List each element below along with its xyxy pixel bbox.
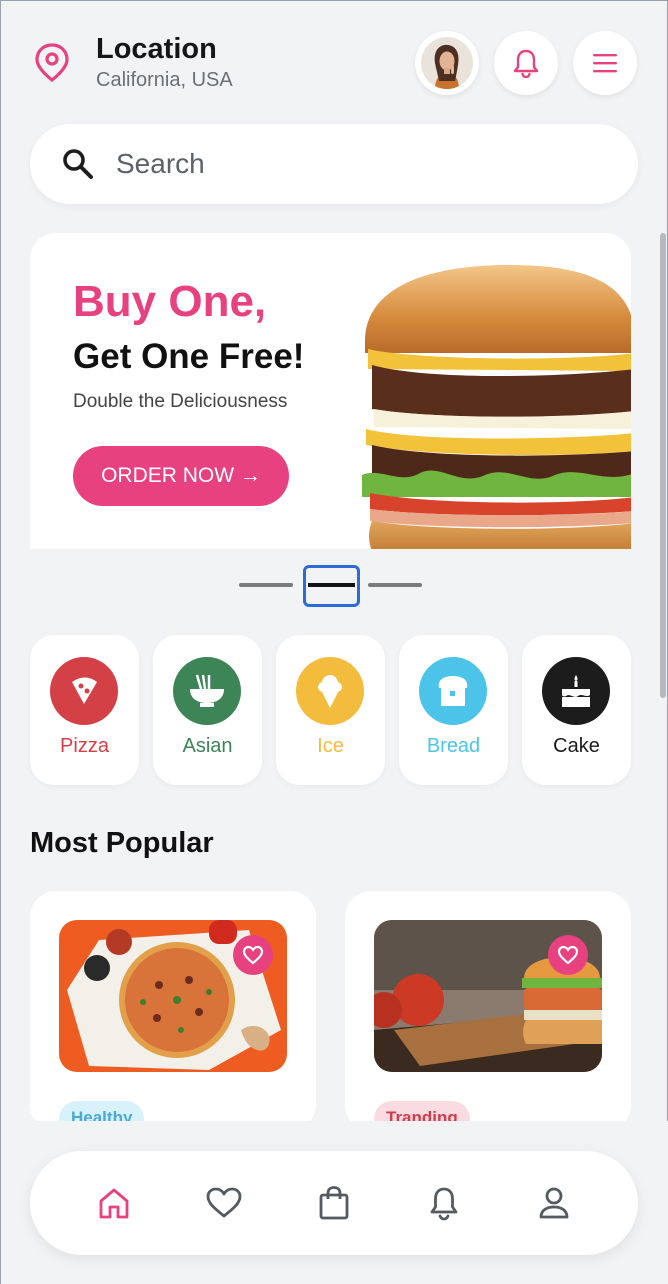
nav-cart[interactable] xyxy=(312,1181,356,1225)
favorite-button[interactable] xyxy=(548,935,588,975)
heart-icon xyxy=(206,1187,242,1218)
popular-item-card[interactable]: Tranding xyxy=(345,891,631,1137)
ice-cream-icon xyxy=(296,657,364,725)
avatar-button[interactable] xyxy=(415,31,479,95)
burger-image xyxy=(374,920,602,1072)
nav-profile[interactable] xyxy=(532,1181,576,1225)
category-label: Asian xyxy=(182,735,233,757)
carousel-indicator xyxy=(1,563,668,609)
category-bread[interactable]: Bread xyxy=(399,635,508,785)
location-value[interactable]: California, USA xyxy=(96,69,233,92)
promo-banner[interactable]: Buy One, Get One Free! Double the Delici… xyxy=(30,233,631,549)
category-label: Ice xyxy=(317,735,344,757)
burger-image xyxy=(362,265,631,549)
menu-icon xyxy=(593,54,617,73)
category-label: Bread xyxy=(426,735,481,757)
nav-notifications[interactable] xyxy=(422,1181,466,1225)
category-label: Pizza xyxy=(60,735,109,757)
nav-favorites[interactable] xyxy=(202,1181,246,1225)
profile-icon xyxy=(539,1187,569,1219)
category-label: Cake xyxy=(553,735,600,757)
cake-icon xyxy=(542,657,610,725)
carousel-dot[interactable] xyxy=(239,583,293,587)
nav-home[interactable] xyxy=(92,1181,136,1225)
heart-icon xyxy=(557,945,579,965)
banner-headline: Buy One, xyxy=(73,277,267,326)
search-bar[interactable] xyxy=(30,124,638,204)
scrollbar[interactable] xyxy=(660,233,666,698)
favorite-button[interactable] xyxy=(233,935,273,975)
popular-item-card[interactable]: Healthy xyxy=(30,891,316,1137)
notification-button[interactable] xyxy=(494,31,558,95)
category-cake[interactable]: Cake xyxy=(522,635,631,785)
bell-icon xyxy=(430,1187,458,1221)
bag-icon xyxy=(319,1186,349,1220)
banner-subheadline: Get One Free! xyxy=(73,337,305,376)
order-now-button[interactable]: ORDER NOW → xyxy=(73,446,289,506)
location-title: Location xyxy=(96,33,217,65)
carousel-dot[interactable] xyxy=(368,583,422,587)
noodles-icon xyxy=(173,657,241,725)
menu-button[interactable] xyxy=(573,31,637,95)
pizza-image xyxy=(59,920,287,1072)
category-ice[interactable]: Ice xyxy=(276,635,385,785)
home-icon xyxy=(99,1188,129,1219)
category-asian[interactable]: Asian xyxy=(153,635,262,785)
avatar xyxy=(421,37,473,89)
location-pin-icon[interactable] xyxy=(31,41,73,83)
banner-tagline: Double the Deliciousness xyxy=(73,391,288,412)
category-list: Pizza Asian Ice Bread Cake xyxy=(30,635,631,785)
bell-icon xyxy=(513,49,539,78)
heart-icon xyxy=(242,945,264,965)
pizza-icon xyxy=(50,657,118,725)
category-pizza[interactable]: Pizza xyxy=(30,635,139,785)
section-title: Most Popular xyxy=(30,827,214,859)
search-icon[interactable] xyxy=(60,146,96,182)
search-input[interactable] xyxy=(116,142,596,186)
bread-icon xyxy=(419,657,487,725)
header: Location California, USA xyxy=(1,1,668,111)
bottom-nav xyxy=(30,1151,638,1255)
carousel-dot-active[interactable] xyxy=(303,565,360,607)
